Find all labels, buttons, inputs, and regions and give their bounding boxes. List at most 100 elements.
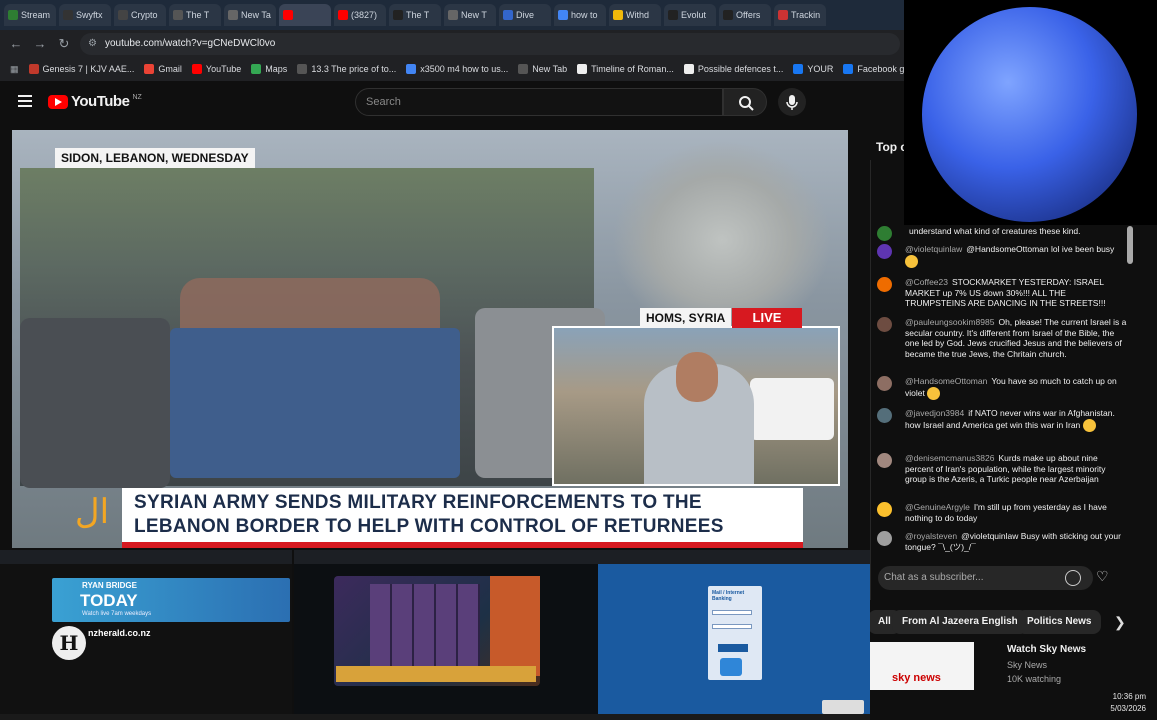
bookmark-item[interactable]: YouTube [191,64,242,74]
bookmark-label: x3500 m4 how to us... [420,64,509,74]
tab-favicon-icon [63,10,73,20]
bookmark-label: 13.3 The price of to... [311,64,397,74]
bookmark-item[interactable]: Timeline of Roman... [577,64,674,74]
back-icon[interactable]: ← [8,36,24,52]
chat-avatar[interactable] [877,277,892,292]
neptune-image [922,7,1137,222]
emoji-icon[interactable] [1065,570,1081,586]
search-button[interactable] [723,88,767,116]
browser-tab[interactable] [279,4,331,26]
tray-icon[interactable] [822,700,864,714]
chat-message-body: understand what kind of creatures these … [905,226,1127,237]
chat-scrollbar[interactable] [1127,226,1133,264]
browser-tab[interactable]: Dive [499,4,551,26]
chat-author[interactable]: @denisemcmanus3826 [905,453,994,463]
site-info-icon[interactable]: ⚙ [88,38,97,49]
bookmark-item[interactable]: Facebook green [843,64,904,74]
bookmark-item[interactable]: x3500 m4 how to us... [406,64,508,74]
chat-text: understand what kind of creatures these … [909,226,1081,236]
chat-text: @HandsomeOttoman lol ive been busy [966,244,1115,254]
chat-author[interactable]: @javedjon3984 [905,408,964,418]
browser-tab[interactable]: Crypto [114,4,166,26]
bookmark-item[interactable]: 13.3 The price of to... [297,64,396,74]
bookmark-label: Facebook green [857,64,904,74]
chat-message-body: @denisemcmanus3826 Kurds make up about ni… [905,453,1127,485]
chat-avatar[interactable] [877,244,892,259]
browser-tab[interactable]: New Ta [224,4,276,26]
chat-input[interactable]: Chat as a subscriber... [878,566,1093,590]
bookmark-item[interactable]: Possible defences t... [683,64,784,74]
browser-tab[interactable]: The T [169,4,221,26]
bookmark-label: Maps [265,64,288,74]
address-bar: ← → ↻ ⚙ youtube.com/watch?v=gCNeDWCl0vo [0,30,904,57]
window-thumbnail-banking[interactable]: Mail / Internet Banking [598,550,870,714]
browser-tab[interactable]: The T [389,4,441,26]
chat-avatar[interactable] [877,531,892,546]
browser-tab[interactable]: how to [554,4,606,26]
chat-avatar[interactable] [877,226,892,241]
chat-message-body: @HandsomeOttoman You have so much to catc… [905,376,1127,400]
bookmark-item[interactable]: Genesis 7 | KJV AAE... [28,64,135,74]
headline-red-bar [122,542,803,548]
chat-author[interactable]: @Coffee23 [905,277,948,287]
reload-icon[interactable]: ↻ [56,36,72,52]
bookmark-item[interactable]: YOUR [793,64,833,74]
chat-author[interactable]: @HandsomeOttoman [905,376,987,386]
browser-tab[interactable]: Evolut [664,4,716,26]
chevron-right-icon[interactable]: ❯ [1114,614,1126,631]
chat-message-body: @pauleungsookim8985 Oh, please! The curre… [905,317,1127,359]
heart-icon[interactable]: ♡ [1096,568,1109,585]
browser-tab[interactable]: Swyftx [59,4,111,26]
tab-favicon-icon [228,10,238,20]
chat-author[interactable]: @violetquinlaw [905,244,962,254]
menu-icon[interactable] [18,95,32,107]
search-input[interactable]: Search [355,88,723,116]
voice-search-button[interactable] [778,88,806,116]
related-video-item[interactable]: sky news Watch Sky News Sky News 10K wat… [870,640,1157,690]
shield-icon [720,658,742,676]
browser-tab[interactable]: (3827) [334,4,386,26]
browser-tab[interactable]: Offers [719,4,771,26]
bookmark-favicon-icon [191,64,202,74]
emoji-icon [1082,418,1096,432]
browser-tab[interactable]: Stream [4,4,56,26]
youtube-header: YouTube NZ Search [0,81,904,125]
login-button [718,644,748,652]
chat-author[interactable]: @pauleungsookim8985 [905,317,994,327]
bookmark-label: Genesis 7 | KJV AAE... [42,64,135,74]
forward-icon[interactable]: → [32,36,48,52]
browser-tab[interactable]: Withd [609,4,661,26]
browser-tab[interactable]: Trackin [774,4,826,26]
bookmark-favicon-icon [577,64,588,74]
apps-icon[interactable]: ▦ [10,64,19,75]
emoji-icon [927,386,941,400]
bookmark-label: Possible defences t... [697,64,784,74]
chat-author[interactable]: @royalsteven [905,531,957,541]
window-thumbnail-game[interactable] [294,550,598,714]
bookmark-item[interactable]: New Tab [518,64,567,74]
video-player[interactable]: SIDON, LEBANON, WEDNESDAY HOMS, SYRIA LI… [12,130,848,548]
chat-author[interactable]: @GenuineArgyle [905,502,970,512]
window-thumbnail-nzherald[interactable]: RYAN BRIDGE TODAY Watch live 7am weekday… [0,550,292,714]
tab-favicon-icon [613,10,623,20]
youtube-logo[interactable]: YouTube NZ [48,93,142,110]
banner-line-2: TODAY [80,591,138,610]
chat-message-body: @Coffee23 STOCKMARKET YESTERDAY: ISRAEL M… [905,277,1127,309]
bookmark-item[interactable]: Gmail [144,64,182,74]
related-watching-count: 10K watching [1007,674,1062,684]
chip-politics[interactable]: Politics News [1017,610,1102,634]
chat-avatar[interactable] [877,502,892,517]
channel-avatar: H [52,626,86,660]
chat-avatar[interactable] [877,408,892,423]
chat-avatar[interactable] [877,453,892,468]
youtube-wordmark: YouTube [71,93,130,110]
bookmark-item[interactable]: Maps [251,64,287,74]
related-title[interactable]: Watch Sky News [1007,644,1086,655]
chat-avatar[interactable] [877,317,892,332]
browser-tab[interactable]: New T [444,4,496,26]
chip-from-channel[interactable]: From Al Jazeera English [892,610,1028,634]
chat-avatar[interactable] [877,376,892,391]
bookmark-label: YouTube [205,64,242,74]
related-thumbnail[interactable]: sky news [870,642,974,690]
url-field[interactable]: ⚙ youtube.com/watch?v=gCNeDWCl0vo [80,32,900,55]
